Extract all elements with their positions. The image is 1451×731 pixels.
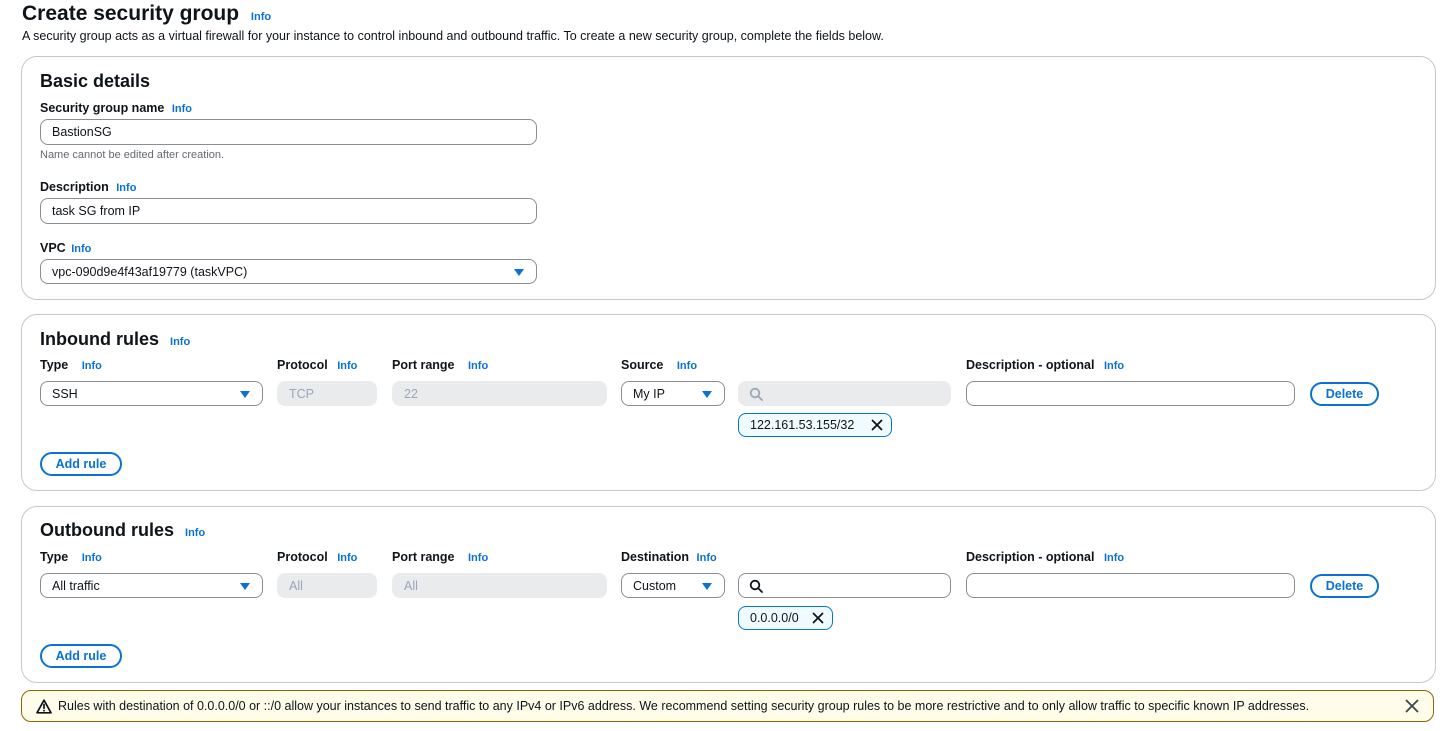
security-group-name-label: Security group name Info [40,101,192,115]
inbound-col-protocol: Protocol Info [277,358,357,372]
outbound-rules-title-text: Outbound rules [40,520,174,540]
inbound-cidr-token: 122.161.53.155/32 [738,413,892,437]
inbound-col-port-range-text: Port range [392,358,455,372]
security-group-name-input[interactable]: BastionSG [40,119,537,145]
outbound-destination-info-link[interactable]: Info [697,552,717,564]
description-info-link[interactable]: Info [116,182,136,194]
security-group-name-label-text: Security group name [40,101,165,115]
inbound-rules-title: Inbound rules Info [40,329,190,350]
inbound-source-select[interactable]: My IP [621,381,725,406]
caret-down-icon [514,269,524,276]
outbound-col-protocol: Protocol Info [277,550,357,564]
inbound-source-info-link[interactable]: Info [677,360,697,372]
outbound-protocol-field: All [277,573,377,598]
inbound-cidr-search[interactable] [738,381,951,406]
warning-alert-message: Rules with destination of 0.0.0.0/0 or :… [58,699,1310,713]
close-icon[interactable] [812,612,824,624]
inbound-delete-button[interactable]: Delete [1310,382,1379,406]
inbound-col-protocol-text: Protocol [277,358,328,372]
inbound-protocol-field: TCP [277,381,377,406]
inbound-type-info-link[interactable]: Info [82,360,102,372]
outbound-destination-value: Custom [633,579,677,593]
search-icon [749,387,763,401]
inbound-rules-panel: Inbound rules Info Type Info Protocol In… [21,314,1436,491]
caret-down-icon [240,391,250,398]
inbound-description-input[interactable] [966,381,1295,406]
outbound-col-type: Type Info [40,550,102,564]
outbound-description-input[interactable] [966,573,1295,598]
inbound-type-value: SSH [52,387,78,401]
inbound-col-type: Type Info [40,358,102,372]
outbound-rules-info-link[interactable]: Info [185,527,205,539]
page-title-text: Create security group [22,2,240,25]
outbound-col-port-range: Port range Info [392,550,488,564]
inbound-rules-title-text: Inbound rules [40,329,159,349]
outbound-col-port-range-text: Port range [392,550,455,564]
vpc-select[interactable]: vpc-090d9e4f43af19779 (taskVPC) [40,259,537,284]
inbound-col-description-text: Description - optional [966,358,1095,372]
inbound-col-port-range: Port range Info [392,358,488,372]
caret-down-icon [702,583,712,590]
security-group-name-info-link[interactable]: Info [172,103,192,115]
inbound-port-range-field: 22 [392,381,607,406]
outbound-port-range-field: All [392,573,607,598]
outbound-type-select[interactable]: All traffic [40,573,263,598]
close-icon[interactable] [1405,699,1419,713]
inbound-col-source-text: Source [621,358,664,372]
outbound-cidr-search[interactable] [738,573,951,598]
outbound-add-rule-button[interactable]: Add rule [40,644,122,668]
basic-details-title: Basic details [40,71,151,91]
inbound-source-value: My IP [633,387,665,401]
outbound-col-type-text: Type [40,550,69,564]
caret-down-icon [702,391,712,398]
outbound-col-destination-text: Destination [621,550,690,564]
inbound-col-description: Description - optional Info [966,358,1124,372]
inbound-port-info-link[interactable]: Info [468,360,488,372]
warning-alert: Rules with destination of 0.0.0.0/0 or :… [21,690,1434,722]
security-group-name-hint: Name cannot be edited after creation. [40,149,225,161]
basic-details-panel: Basic details Security group name Info B… [21,56,1436,300]
description-label-text: Description [40,180,109,194]
outbound-type-info-link[interactable]: Info [82,552,102,564]
page-info-link[interactable]: Info [251,11,271,23]
outbound-port-info-link[interactable]: Info [468,552,488,564]
vpc-select-value: vpc-090d9e4f43af19779 (taskVPC) [52,265,248,279]
description-input[interactable]: task SG from IP [40,198,537,224]
vpc-label: VPC Info [40,241,91,255]
outbound-cidr-token: 0.0.0.0/0 [738,606,833,630]
outbound-protocol-info-link[interactable]: Info [337,552,357,564]
page-description: A security group acts as a virtual firew… [22,29,884,43]
vpc-info-link[interactable]: Info [71,243,91,255]
inbound-cidr-token-text: 122.161.53.155/32 [750,418,855,432]
warning-icon [36,699,52,714]
outbound-col-protocol-text: Protocol [277,550,328,564]
inbound-rules-info-link[interactable]: Info [170,336,190,348]
inbound-protocol-info-link[interactable]: Info [337,360,357,372]
outbound-col-description: Description - optional Info [966,550,1124,564]
search-icon [749,579,763,593]
page-title: Create security group Info [22,0,271,31]
outbound-cidr-token-text: 0.0.0.0/0 [750,611,799,625]
inbound-description-info-link[interactable]: Info [1104,360,1124,372]
outbound-rules-panel: Outbound rules Info Type Info Protocol I… [21,506,1436,683]
vpc-label-text: VPC [40,241,66,255]
close-icon[interactable] [871,419,883,431]
description-label: Description Info [40,180,136,194]
outbound-col-destination: Destination Info [621,550,717,564]
outbound-destination-select[interactable]: Custom [621,573,725,598]
outbound-type-value: All traffic [52,579,100,593]
caret-down-icon [240,583,250,590]
inbound-col-source: Source Info [621,358,697,372]
inbound-col-type-text: Type [40,358,69,372]
outbound-description-info-link[interactable]: Info [1104,552,1124,564]
inbound-type-select[interactable]: SSH [40,381,263,406]
outbound-rules-title: Outbound rules Info [40,520,205,541]
outbound-delete-button[interactable]: Delete [1310,574,1379,598]
inbound-add-rule-button[interactable]: Add rule [40,452,122,476]
outbound-col-description-text: Description - optional [966,550,1095,564]
